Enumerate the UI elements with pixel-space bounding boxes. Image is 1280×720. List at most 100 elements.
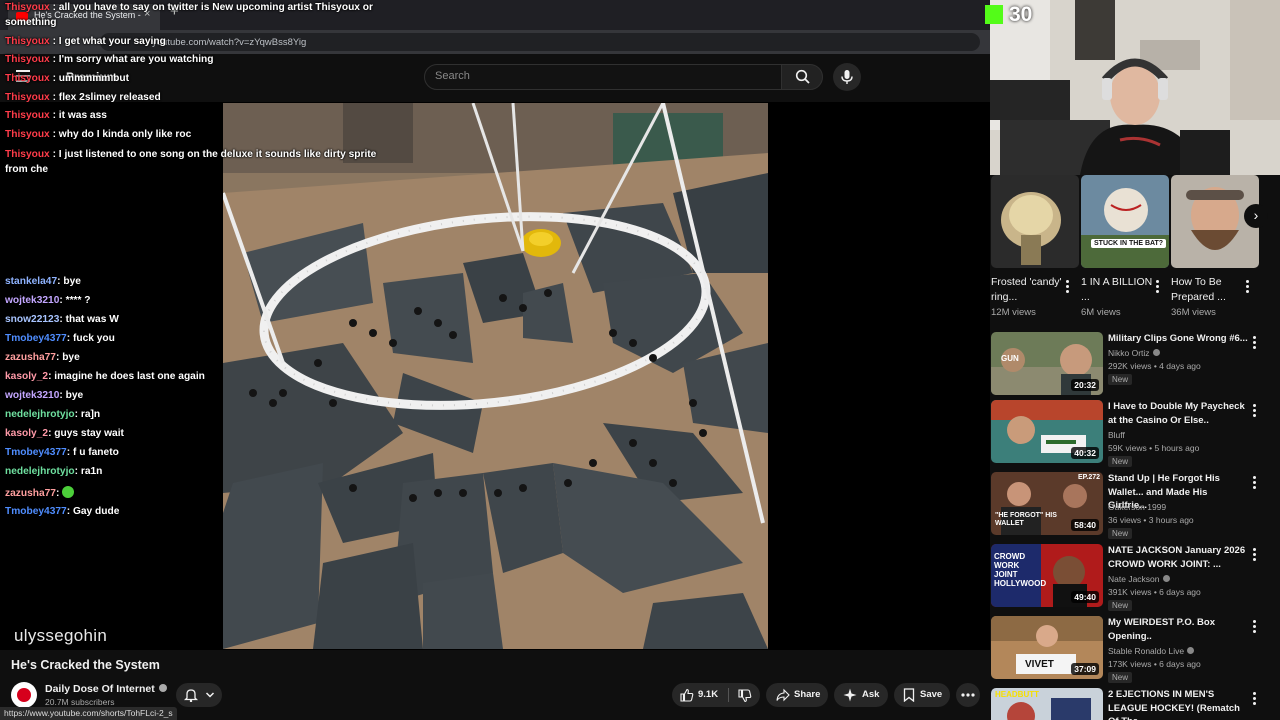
microphone-icon (841, 70, 853, 84)
recommendation-item[interactable]: "HE FORGOT" HIS WALLET EP.272 58:40 Stan… (991, 472, 1276, 539)
chat-message: nedelejhrotyjo: ra]n (5, 409, 101, 420)
recommendation-item[interactable]: VIVET 37:09 My WEIRDEST P.O. Box Opening… (991, 616, 1276, 683)
chat-message: Tmobey4377: fuck you (5, 333, 115, 344)
search-button[interactable] (781, 64, 823, 90)
short-title[interactable]: Frosted 'candy' ring... (991, 275, 1065, 305)
short-overlay-text: STUCK IN THE BAT? (1091, 239, 1167, 248)
kebab-menu-icon[interactable] (1253, 548, 1256, 563)
recommendation-item[interactable]: GUN 20:32 Military Clips Gone Wrong #6..… (991, 332, 1276, 398)
chat-text: bye (65, 390, 84, 401)
bell-icon (184, 689, 198, 702)
channel-name[interactable]: Daily Dose Of Internet (45, 683, 167, 695)
chat-text: ra]n (80, 409, 101, 420)
recommendation-title[interactable]: I Have to Double My Paycheck at the Casi… (1108, 400, 1248, 427)
kebab-menu-icon[interactable] (1253, 620, 1256, 635)
chat-text: guys stay wait (54, 428, 124, 439)
recommendation-title[interactable]: NATE JACKSON January 2026 CROWD WORK JOI… (1108, 544, 1248, 571)
video-thumbnail[interactable]: CROWD WORK JOINT HOLLYWOOD 49:40 (991, 544, 1103, 607)
chat-text: ra1n (80, 466, 103, 477)
recommendation-channel[interactable]: Bluff (1108, 430, 1125, 440)
search-placeholder: Search (435, 70, 470, 82)
new-badge: New (1108, 456, 1133, 467)
chat-message: Thisyoux : why do I kinda only like roc (5, 129, 192, 140)
video-thumbnail[interactable]: 40:32 (991, 400, 1103, 463)
short-thumbnail[interactable]: STUCK IN THE BAT? (1081, 175, 1169, 268)
recommendation-title[interactable]: Military Clips Gone Wrong #6... (1108, 332, 1248, 346)
recommendation-title[interactable]: My WEIRDEST P.O. Box Opening.. (1108, 616, 1248, 643)
recommendation-title[interactable]: 2 EJECTIONS IN MEN'S LEAGUE HOCKEY! (Rem… (1108, 688, 1248, 720)
more-actions-button[interactable] (956, 683, 980, 707)
channel-avatar[interactable] (11, 682, 37, 708)
chat-text: flex 2slimey released (58, 92, 161, 103)
kebab-menu-icon[interactable] (1066, 280, 1069, 295)
short-title[interactable]: 1 IN A BILLION ... (1081, 275, 1155, 305)
chat-text: fuck you (72, 333, 115, 344)
save-button[interactable]: Save (894, 683, 950, 707)
video-thumbnail[interactable]: HEADBUTT (991, 688, 1103, 720)
chat-username: Tmobey4377 (5, 506, 67, 517)
chat-text: f u faneto (72, 447, 119, 458)
chat-text: **** ? (65, 295, 91, 306)
like-button[interactable]: 9.1K (672, 683, 728, 707)
shorts-shelf: STUCK IN THE BAT? Frosted 'candy' ring..… (990, 175, 1280, 325)
address-bar[interactable]: youtube.com/watch?v=zYqwBss8Yig (100, 33, 980, 51)
recommendation-item[interactable]: HEADBUTT 2 EJECTIONS IN MEN'S LEAGUE HOC… (991, 688, 1276, 720)
share-button[interactable]: Share (766, 683, 828, 707)
chat-message: Thisyoux : all you have to say on twitte… (5, 2, 373, 28)
share-label: Share (794, 689, 821, 700)
sparkle-icon (843, 688, 857, 702)
short-thumbnail[interactable] (991, 175, 1079, 268)
episode-label: EP.272 (1077, 474, 1100, 481)
kebab-menu-icon[interactable] (1253, 476, 1256, 491)
thumbnail-overlay-text: CROWD WORK JOINT HOLLYWOOD (994, 552, 1047, 588)
chat-username: Thisyoux (5, 2, 50, 13)
kebab-menu-icon[interactable] (1253, 692, 1256, 707)
video-duration: 58:40 (1071, 519, 1099, 531)
chat-username: nedelejhrotyjo (5, 409, 75, 420)
short-views: 36M views (1171, 307, 1216, 318)
recommendation-item[interactable]: 40:32 I Have to Double My Paycheck at th… (991, 400, 1276, 467)
chat-message: Thisyoux : I'm sorry what are you watchi… (5, 54, 214, 65)
video-frame[interactable] (223, 103, 768, 649)
chat-username: zazusha77 (5, 488, 56, 499)
kebab-menu-icon[interactable] (1156, 280, 1159, 295)
thumbs-up-icon (680, 688, 694, 702)
video-thumbnail[interactable]: GUN 20:32 (991, 332, 1103, 395)
chat-username: nedelejhrotyjo (5, 466, 75, 477)
url-text: youtube.com/watch?v=zYqwBss8Yig (152, 37, 307, 48)
subscribed-notifications-button[interactable] (176, 683, 222, 707)
video-thumbnail[interactable]: "HE FORGOT" HIS WALLET EP.272 58:40 (991, 472, 1103, 535)
chat-username: Thisyoux (5, 73, 50, 84)
kick-logo-icon (985, 5, 1003, 24)
search-input[interactable]: Search (424, 64, 782, 90)
short-title[interactable]: How To Be Prepared ... (1171, 275, 1245, 305)
chevron-right-icon[interactable]: › (1244, 204, 1268, 228)
new-badge: New (1108, 672, 1133, 683)
voice-search-button[interactable] (833, 63, 861, 91)
chat-username: wojtek3210 (5, 390, 60, 401)
ask-button[interactable]: Ask (834, 683, 888, 707)
kebab-menu-icon[interactable] (1253, 404, 1256, 419)
kebab-menu-icon[interactable] (1253, 336, 1256, 351)
chat-text: it was ass (58, 110, 107, 121)
chat-text: Gay dude (72, 506, 120, 517)
chat-username: Thisyoux (5, 129, 50, 140)
video-thumbnail[interactable]: VIVET 37:09 (991, 616, 1103, 679)
recommendation-channel[interactable]: Nikko Ortiz (1108, 348, 1160, 358)
recommendation-item[interactable]: CROWD WORK JOINT HOLLYWOOD 49:40 NATE JA… (991, 544, 1276, 611)
chat-username: Tmobey4377 (5, 447, 67, 458)
video-duration: 20:32 (1071, 379, 1099, 391)
verified-icon (1187, 647, 1195, 654)
recommendation-channel[interactable]: Oakerson 1999 (1108, 502, 1166, 512)
recommendation-channel[interactable]: Nate Jackson (1108, 574, 1170, 584)
chat-username: kasoly_2 (5, 371, 49, 382)
chat-username: Thisyoux (5, 54, 50, 65)
short-views: 6M views (1081, 307, 1121, 318)
recommendation-channel[interactable]: Stable Ronaldo Live (1108, 646, 1195, 656)
dislike-button[interactable] (729, 683, 760, 707)
stream-watermark: ulyssegohin (14, 626, 108, 645)
kebab-menu-icon[interactable] (1246, 280, 1249, 295)
chat-username: kasoly_2 (5, 428, 49, 439)
thumbnail-overlay-text: VIVET (1025, 659, 1054, 670)
chat-text: all you have to say on twitter is New up… (5, 2, 373, 28)
